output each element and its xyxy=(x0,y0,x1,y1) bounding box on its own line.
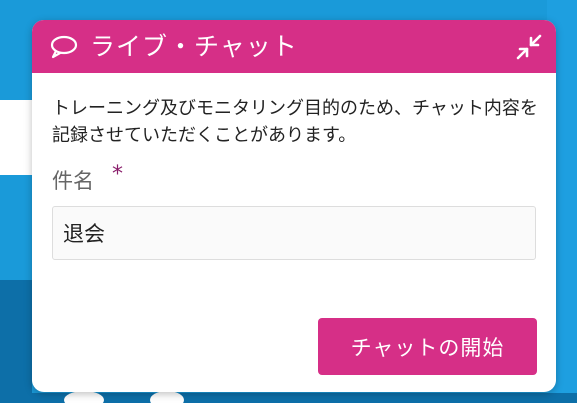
chat-body: トレーニング及びモニタリング目的のため、チャット内容を記録させていただくことがあ… xyxy=(32,73,556,392)
required-asterisk: * xyxy=(112,162,123,187)
chat-header: ライブ・チャット xyxy=(32,20,556,73)
recording-notice: トレーニング及びモニタリング目的のため、チャット内容を記録させていただくことがあ… xyxy=(52,98,538,146)
live-chat-widget: ライブ・チャット トレーニング及びモニタリング目的のため、チャット内容を記録させ… xyxy=(32,20,556,392)
collapse-arrows-icon xyxy=(516,34,542,60)
background-shape xyxy=(150,391,184,409)
chat-bubble-icon xyxy=(49,35,79,59)
subject-label: 件名 xyxy=(52,169,94,193)
background-shape xyxy=(64,391,104,409)
chat-title: ライブ・チャット xyxy=(90,32,298,61)
minimize-button[interactable] xyxy=(516,34,542,60)
start-chat-button[interactable]: チャットの開始 xyxy=(318,318,537,375)
subject-input[interactable] xyxy=(52,206,536,260)
background-panel-left xyxy=(0,100,32,175)
background-panel-left-dark xyxy=(0,280,32,403)
